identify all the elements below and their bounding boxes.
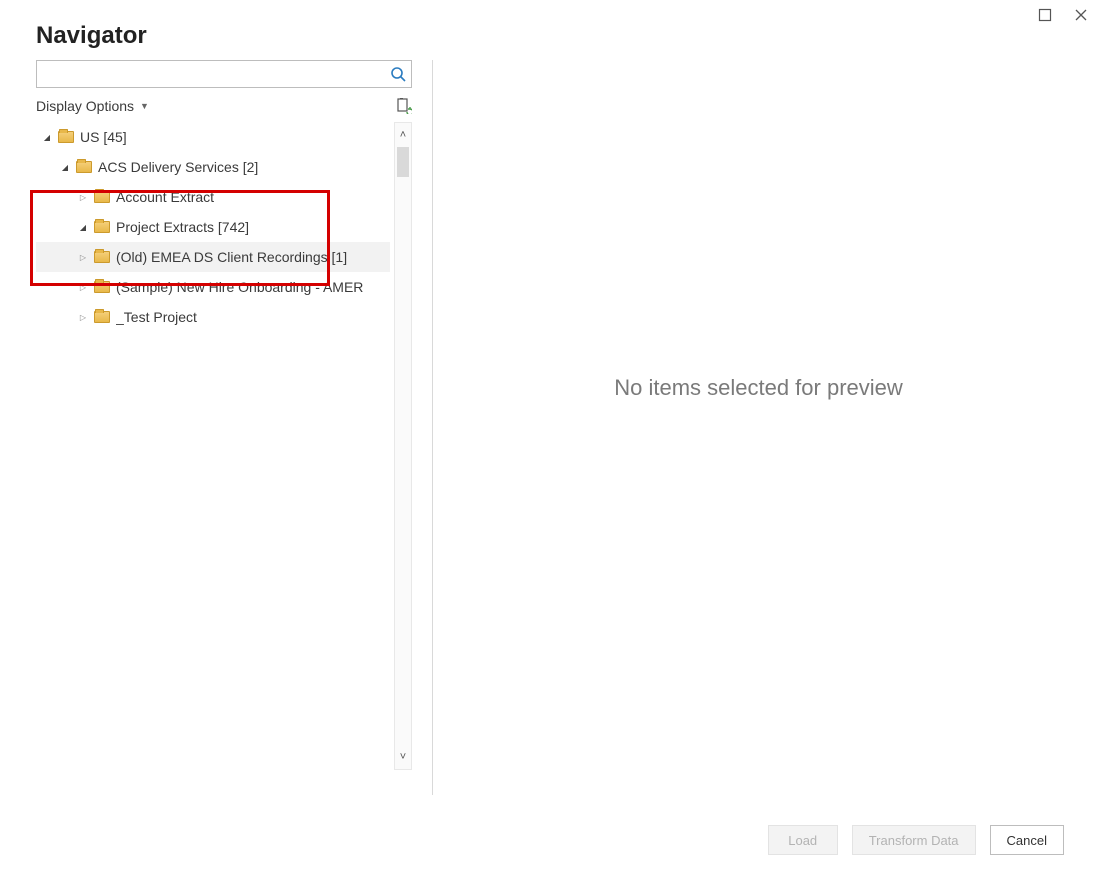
refresh-icon[interactable] <box>396 98 412 114</box>
cancel-button[interactable]: Cancel <box>990 825 1064 855</box>
tree-row[interactable]: ◢ Project Extracts [742] <box>36 212 390 242</box>
close-button[interactable] <box>1074 8 1088 22</box>
footer: Load Transform Data Cancel <box>0 807 1100 875</box>
folder-icon <box>94 191 110 203</box>
scroll-track[interactable] <box>395 147 411 745</box>
tree-row[interactable]: ◢ ACS Delivery Services [2] <box>36 152 390 182</box>
display-options-dropdown[interactable]: Display Options ▼ <box>36 98 149 114</box>
scroll-up-arrow[interactable]: ˄ <box>400 123 406 147</box>
folder-icon <box>94 251 110 263</box>
scroll-thumb[interactable] <box>397 147 409 177</box>
folder-icon <box>94 311 110 323</box>
tree-item-label: (Sample) New Hire Onboarding - AMER <box>116 279 363 295</box>
tree-item-label: Account Extract <box>116 189 214 205</box>
square-icon <box>1038 8 1052 22</box>
options-row: Display Options ▼ <box>36 98 412 114</box>
page-title: Navigator <box>36 22 1064 50</box>
collapse-icon[interactable]: ◢ <box>60 163 70 172</box>
body: Display Options ▼ ◢ US [45] ◢ ACS Delivery … <box>0 60 1100 807</box>
close-icon <box>1074 8 1088 22</box>
collapse-icon[interactable]: ◢ <box>42 133 52 142</box>
left-pane: Display Options ▼ ◢ US [45] ◢ ACS Delivery … <box>36 60 412 795</box>
expand-icon[interactable]: ▷ <box>78 313 88 322</box>
tree-item-label: Project Extracts [742] <box>116 219 249 235</box>
folder-icon <box>94 281 110 293</box>
header: Navigator <box>0 0 1100 60</box>
preview-empty-message: No items selected for preview <box>614 375 903 401</box>
tree-item-label: (Old) EMEA DS Client Recordings [1] <box>116 249 347 265</box>
folder-icon <box>58 131 74 143</box>
scroll-down-arrow[interactable]: ˅ <box>400 745 406 769</box>
tree-row[interactable]: ▷ (Old) EMEA DS Client Recordings [1] <box>36 242 390 272</box>
tree-item-label: _Test Project <box>116 309 197 325</box>
expand-icon[interactable]: ▷ <box>78 283 88 292</box>
transform-data-button[interactable]: Transform Data <box>852 825 976 855</box>
tree-wrapper: ◢ US [45] ◢ ACS Delivery Services [2] ▷ Accou… <box>36 122 412 795</box>
folder-tree[interactable]: ◢ US [45] ◢ ACS Delivery Services [2] ▷ Accou… <box>36 122 390 795</box>
search-input[interactable] <box>36 60 412 88</box>
preview-pane: No items selected for preview <box>453 60 1064 795</box>
tree-row[interactable]: ▷ (Sample) New Hire Onboarding - AMER <box>36 272 390 302</box>
search-row <box>36 60 412 88</box>
expand-icon[interactable]: ▷ <box>78 193 88 202</box>
tree-row[interactable]: ◢ US [45] <box>36 122 390 152</box>
folder-icon <box>76 161 92 173</box>
tree-item-label: US [45] <box>80 129 127 145</box>
window-controls <box>1038 8 1088 22</box>
tree-item-label: ACS Delivery Services [2] <box>98 159 258 175</box>
navigator-window: Navigator Display Options ▼ <box>0 0 1100 875</box>
tree-row[interactable]: ▷ _Test Project <box>36 302 390 332</box>
tree-row[interactable]: ▷ Account Extract <box>36 182 390 212</box>
display-options-label: Display Options <box>36 98 134 114</box>
tree-scrollbar[interactable]: ˄ ˅ <box>394 122 412 770</box>
load-button[interactable]: Load <box>768 825 838 855</box>
folder-icon <box>94 221 110 233</box>
vertical-divider <box>432 60 433 795</box>
expand-icon[interactable]: ▷ <box>78 253 88 262</box>
maximize-button[interactable] <box>1038 8 1052 22</box>
collapse-icon[interactable]: ◢ <box>78 223 88 232</box>
chevron-down-icon: ▼ <box>140 101 149 111</box>
